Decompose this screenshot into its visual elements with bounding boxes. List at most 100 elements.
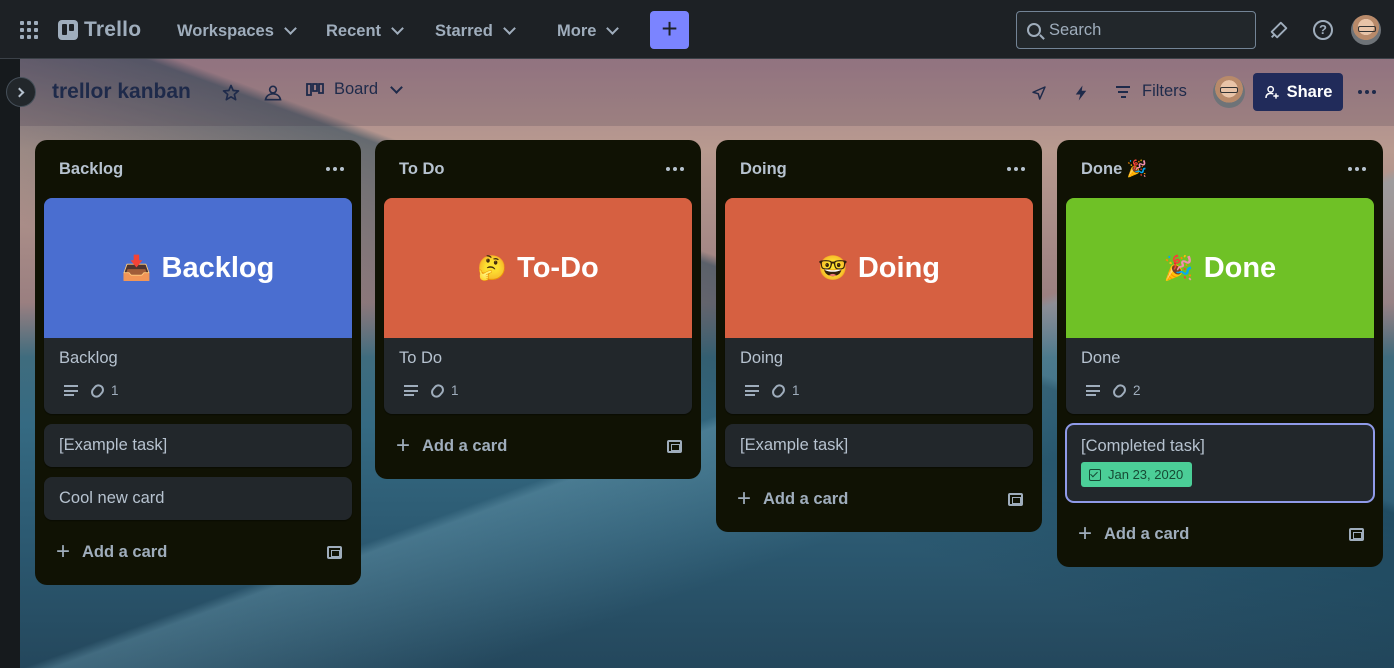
more-menu[interactable]: More — [557, 15, 620, 47]
description-icon — [404, 385, 418, 396]
card-title: To Do — [399, 349, 443, 367]
cover-emoji: 🤓 — [817, 254, 848, 282]
list-card[interactable]: [Completed task] Jan 23, 2020 — [1065, 423, 1375, 503]
starred-label: Starred — [435, 21, 493, 40]
recent-menu[interactable]: Recent — [326, 15, 404, 47]
card-cover: 🎉 Done — [1066, 198, 1374, 338]
list-title[interactable]: Done 🎉 — [1081, 160, 1147, 179]
description-icon — [64, 385, 78, 396]
add-card-button[interactable]: + Add a card — [56, 538, 168, 565]
list-title[interactable]: Doing — [740, 160, 787, 179]
cover-emoji: 🤔 — [477, 254, 508, 282]
card-badges: 1 — [725, 372, 1033, 414]
star-board-button[interactable] — [220, 82, 242, 104]
create-from-template-icon[interactable] — [327, 545, 342, 559]
plus-icon: + — [56, 538, 71, 565]
attachments-badge: 1 — [769, 381, 800, 400]
board-view-label: Board — [334, 80, 379, 98]
description-icon — [745, 385, 759, 396]
create-button[interactable]: + — [650, 11, 689, 49]
cover-text: Doing — [857, 251, 941, 284]
card-cover: 🤓 Doing — [725, 198, 1033, 338]
cover-card[interactable]: 📥 Backlog Backlog 1 — [44, 198, 352, 414]
list-done: Done 🎉 🎉 Done Done 2 [Completed task] Ja… — [1057, 140, 1383, 567]
create-from-template-icon[interactable] — [667, 439, 682, 453]
plus-icon: + — [396, 432, 411, 459]
cover-text: To-Do — [517, 251, 599, 284]
attachments-badge: 1 — [428, 381, 459, 400]
list-actions-icon[interactable] — [1348, 167, 1366, 171]
board-view-switcher[interactable]: Board — [306, 80, 403, 99]
add-card-button[interactable]: + Add a card — [396, 432, 507, 459]
automation-button[interactable] — [1070, 82, 1092, 104]
chevron-down-icon — [284, 22, 297, 35]
cover-card[interactable]: 🤔 To-Do To Do 1 — [384, 198, 692, 414]
app-switcher-icon[interactable] — [20, 21, 38, 39]
workspaces-menu[interactable]: Workspaces — [177, 15, 297, 47]
rocket-icon — [1032, 86, 1046, 100]
star-icon — [222, 84, 240, 101]
cover-emoji: 📥 — [121, 254, 152, 282]
search-box[interactable] — [1016, 11, 1256, 49]
list-card[interactable]: [Example task] — [44, 424, 352, 467]
list-card[interactable]: [Example task] — [725, 424, 1033, 467]
card-badges: 1 — [44, 372, 352, 414]
create-from-template-icon[interactable] — [1008, 492, 1023, 506]
expand-sidebar-button[interactable] — [6, 77, 36, 107]
attachments-badge: 1 — [88, 381, 119, 400]
list-header: Done 🎉 — [1066, 140, 1374, 198]
chevron-down-icon — [390, 80, 403, 94]
add-card-label: Add a card — [763, 489, 849, 508]
account-avatar[interactable] — [1351, 15, 1381, 45]
list-header: To Do — [384, 140, 692, 198]
cover-text: Backlog — [161, 251, 275, 284]
card-badges: 2 — [1066, 372, 1374, 414]
add-card-label: Add a card — [82, 542, 168, 561]
cover-emoji: 🎉 — [1163, 254, 1194, 282]
list-actions-icon[interactable] — [326, 167, 344, 171]
filters-label: Filters — [1142, 82, 1187, 100]
share-button[interactable]: Share — [1253, 73, 1343, 111]
starred-menu[interactable]: Starred — [435, 15, 516, 47]
board-menu-button[interactable] — [1358, 90, 1376, 94]
cover-card[interactable]: 🎉 Done Done 2 — [1066, 198, 1374, 414]
add-member-icon — [1264, 85, 1279, 99]
megaphone-icon — [1270, 21, 1288, 39]
paperclip-icon — [88, 381, 107, 400]
attachments-badge: 2 — [1110, 381, 1141, 400]
chevron-down-icon — [606, 22, 620, 35]
create-from-template-icon[interactable] — [1349, 527, 1364, 541]
list-to-do: To Do 🤔 To-Do To Do 1 + Add a card — [375, 140, 701, 479]
card-badges: 1 — [384, 372, 692, 414]
add-card-button[interactable]: + Add a card — [1078, 520, 1189, 547]
visibility-button[interactable] — [262, 82, 284, 104]
power-ups-button[interactable] — [1028, 82, 1050, 104]
plus-icon: + — [1078, 520, 1093, 547]
board-view-icon — [306, 82, 324, 96]
card-title: Backlog — [59, 349, 118, 367]
cover-card[interactable]: 🤓 Doing Doing 1 — [725, 198, 1033, 414]
list-actions-icon[interactable] — [666, 167, 684, 171]
filters-button[interactable]: Filters — [1116, 82, 1187, 101]
search-input[interactable] — [1049, 20, 1229, 40]
list-title[interactable]: Backlog — [59, 160, 123, 179]
chevron-down-icon — [391, 22, 404, 35]
notifications-button[interactable] — [1267, 18, 1291, 42]
workspace-visibility-icon — [264, 85, 282, 101]
trello-logo[interactable]: Trello — [58, 18, 141, 42]
board-title[interactable]: trellor kanban — [52, 80, 191, 104]
help-button[interactable]: ? — [1311, 18, 1335, 42]
due-date-badge[interactable]: Jan 23, 2020 — [1081, 462, 1193, 487]
list-card[interactable]: Cool new card — [44, 477, 352, 520]
share-label: Share — [1286, 82, 1333, 101]
more-label: More — [557, 21, 597, 40]
attachments-count: 2 — [1133, 383, 1141, 398]
list-title[interactable]: To Do — [399, 160, 445, 179]
list-actions-icon[interactable] — [1007, 167, 1025, 171]
attachments-count: 1 — [792, 383, 800, 398]
paperclip-icon — [769, 381, 788, 400]
add-card-button[interactable]: + Add a card — [737, 487, 849, 511]
description-icon — [1086, 385, 1100, 396]
board-member-avatar[interactable] — [1213, 76, 1245, 108]
trello-logo-icon — [58, 20, 78, 40]
